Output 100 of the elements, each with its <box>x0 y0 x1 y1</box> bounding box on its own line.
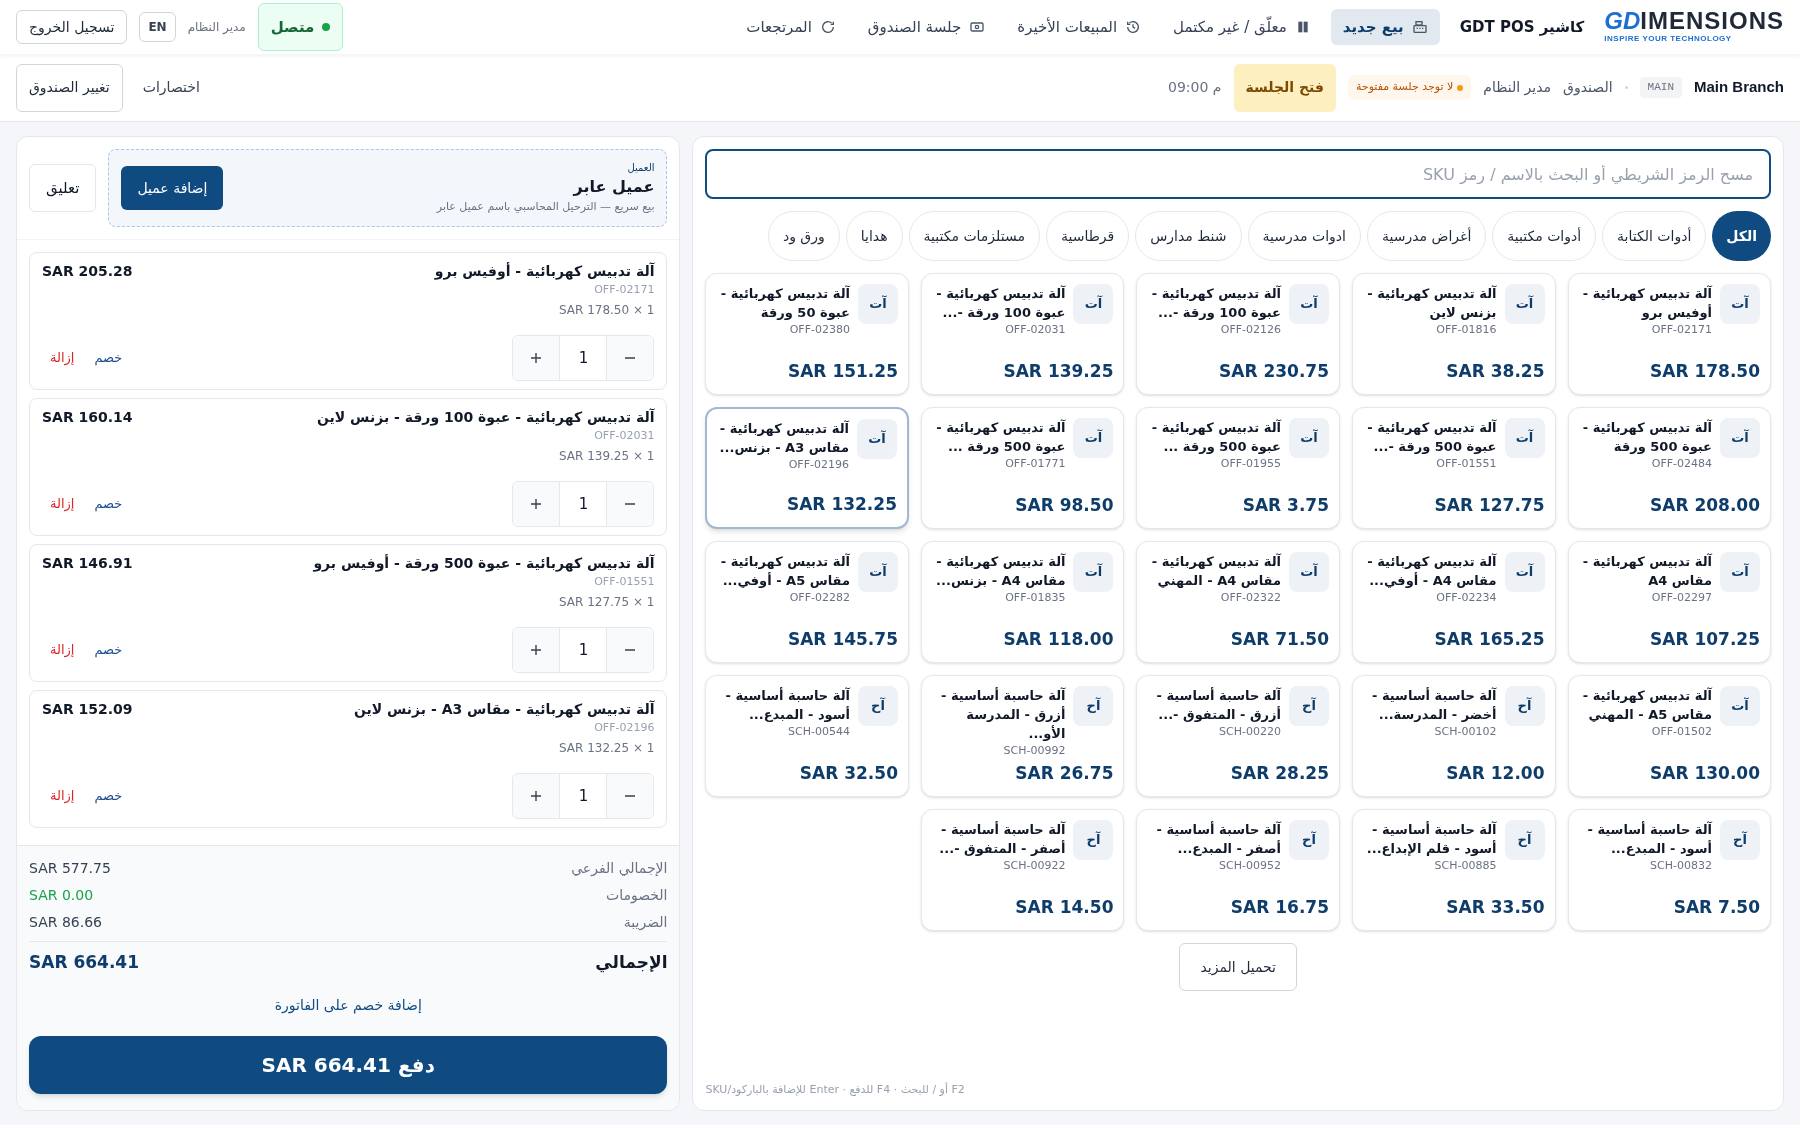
discount-link[interactable]: خصم <box>94 640 123 660</box>
category-chip[interactable]: ادوات مدرسية <box>1247 211 1361 261</box>
product-name: آلة تدبيس كهربائية - مقاس A5 - المهني <box>1581 686 1712 724</box>
product-sku: OFF-01816 <box>1435 322 1497 338</box>
cart-item-name: آلة تدبيس كهربائية - عبوة 100 ورقة - بزنس لاين <box>316 407 655 428</box>
product-sku: OFF-02171 <box>1650 322 1712 338</box>
change-register-button[interactable]: تغيير الصندوق <box>16 63 123 112</box>
discount-link[interactable]: خصم <box>94 494 123 514</box>
product-sku: SCH-00922 <box>1002 858 1066 874</box>
product-sku: OFF-02031 <box>1004 322 1066 338</box>
product-name: آلة تدبيس كهربائية - عبوة 500 ورقة ... <box>1150 418 1281 456</box>
product-sku: OFF-01551 <box>1435 456 1497 472</box>
plus-icon <box>530 644 543 656</box>
cart-item-unit-price: SAR 178.50 × 1 <box>558 301 655 319</box>
product-price: SAR 139.25 <box>1003 359 1114 383</box>
cart-item-sku: OFF-01551 <box>594 574 655 590</box>
product-sku: SCH-00832 <box>1649 858 1712 874</box>
nav-tab[interactable]: بيع جديد <box>1330 9 1440 45</box>
product-initials: آت <box>1720 418 1760 458</box>
product-sku: OFF-02234 <box>1435 590 1497 606</box>
product-price: SAR 98.50 <box>1015 493 1114 517</box>
decrease-button[interactable] <box>607 482 654 526</box>
product-initials: آح <box>858 686 898 726</box>
category-chip[interactable]: الكل <box>1712 211 1771 261</box>
decrease-button[interactable] <box>607 774 654 818</box>
plus-icon <box>530 498 543 510</box>
product-price: SAR 208.00 <box>1650 493 1760 517</box>
product-price: SAR 28.25 <box>1230 761 1329 785</box>
product-price: SAR 38.25 <box>1446 359 1545 383</box>
remove-link[interactable]: إزالة <box>50 640 75 660</box>
category-chip[interactable]: ورق ود <box>767 211 840 261</box>
open-session-button[interactable]: فتح الجلسة <box>1233 63 1336 112</box>
plus-icon <box>530 790 543 802</box>
discount-link[interactable]: خصم <box>94 348 123 368</box>
remove-link[interactable]: إزالة <box>50 494 75 514</box>
category-chip[interactable]: شنط مدارس <box>1135 211 1242 261</box>
product-price: SAR 71.50 <box>1230 627 1329 651</box>
decrease-button[interactable] <box>607 336 654 380</box>
category-chip[interactable]: قرطاسية <box>1045 211 1130 261</box>
increase-button[interactable] <box>513 336 560 380</box>
product-name: آلة حاسبة أساسية - أصفر - المتفوق -... <box>938 820 1066 858</box>
product-initials: آت <box>1073 418 1114 458</box>
product-initials: آت <box>1289 552 1329 592</box>
product-price: SAR 33.50 <box>1446 895 1545 919</box>
product-price: SAR 118.00 <box>1003 627 1114 651</box>
product-initials: آح <box>1073 820 1114 860</box>
user-name: مدير النظام <box>1483 78 1552 98</box>
nav-tab[interactable]: معلّق / غير مكتمل <box>1161 9 1323 45</box>
category-chip[interactable]: أدوات مكتبية <box>1492 211 1597 261</box>
category-chip[interactable]: مستلزمات مكتبية <box>908 211 1040 261</box>
product-sku: OFF-02196 <box>787 457 849 473</box>
product-price: SAR 32.50 <box>799 761 898 785</box>
product-price: SAR 230.75 <box>1219 359 1329 383</box>
load-more-button[interactable]: تحميل المزيد <box>1179 943 1297 991</box>
hold-button[interactable]: تعليق <box>29 164 97 212</box>
product-initials: آت <box>1504 552 1545 592</box>
logout-button[interactable]: تسجيل الخروج <box>16 10 128 44</box>
logo-mark: GD <box>1604 9 1641 33</box>
decrease-button[interactable] <box>607 628 654 672</box>
product-name: آلة تدبيس كهربائية - بزنس لاين <box>1366 284 1497 322</box>
total-value: SAR 577.75 <box>29 858 111 878</box>
nav-tab[interactable]: جلسة الصندوق <box>855 9 998 45</box>
pay-button[interactable]: دفع SAR 664.41 <box>29 1036 668 1094</box>
product-sku: OFF-02322 <box>1219 590 1281 606</box>
product-sku: OFF-02380 <box>788 322 850 338</box>
category-chip[interactable]: أغراض مدرسية <box>1367 211 1487 261</box>
category-chip[interactable]: هدايا <box>845 211 903 261</box>
language-button[interactable]: EN <box>139 12 176 42</box>
product-initials: آت <box>858 284 898 324</box>
invoice-discount-link[interactable]: إضافة خصم على الفاتورة <box>274 995 422 1016</box>
remove-link[interactable]: إزالة <box>50 348 75 368</box>
product-price: SAR 127.75 <box>1434 493 1545 517</box>
product-price: SAR 145.75 <box>787 627 898 651</box>
product-sku: OFF-02126 <box>1219 322 1281 338</box>
product-price: SAR 26.75 <box>1015 761 1114 785</box>
increase-button[interactable] <box>513 774 560 818</box>
nav-tab[interactable]: المرتجعات <box>734 9 848 45</box>
product-name: آلة حاسبة أساسية - أسود - قلم الإبداع... <box>1365 820 1497 858</box>
cart-item-name: آلة تدبيس كهربائية - مقاس A3 - بزنس لاين <box>353 699 655 720</box>
add-customer-button[interactable]: إضافة عميل <box>121 166 224 210</box>
product-sku: OFF-01835 <box>1004 590 1066 606</box>
remove-link[interactable]: إزالة <box>50 786 75 806</box>
nav-tab[interactable]: المبيعات الأخيرة <box>1005 9 1154 45</box>
cart-item-sku: OFF-02196 <box>594 720 655 736</box>
category-chip[interactable]: أدوات الكتابة <box>1602 211 1707 261</box>
total-value: SAR 86.66 <box>29 912 102 932</box>
product-initials: آح <box>1720 820 1760 860</box>
product-price: SAR 178.50 <box>1650 359 1760 383</box>
product-name: آلة حاسبة أساسية - أصفر - المبدع... <box>1155 820 1281 858</box>
customer-note: بيع سريع — الترحيل المحاسبي باسم عميل عابر <box>436 199 655 216</box>
cash-icon <box>969 19 986 35</box>
discount-link[interactable]: خصم <box>94 786 123 806</box>
increase-button[interactable] <box>513 628 560 672</box>
product-name: آلة تدبيس كهربائية - أوفيس برو <box>1581 284 1712 322</box>
product-price: SAR 132.25 <box>786 492 897 516</box>
product-sku: SCH-00544 <box>787 724 850 740</box>
product-sku: OFF-01771 <box>1004 456 1066 472</box>
cart-item-total: SAR 152.09 <box>42 700 133 719</box>
shortcuts-link[interactable]: اختصارات <box>142 77 200 98</box>
increase-button[interactable] <box>513 482 560 526</box>
